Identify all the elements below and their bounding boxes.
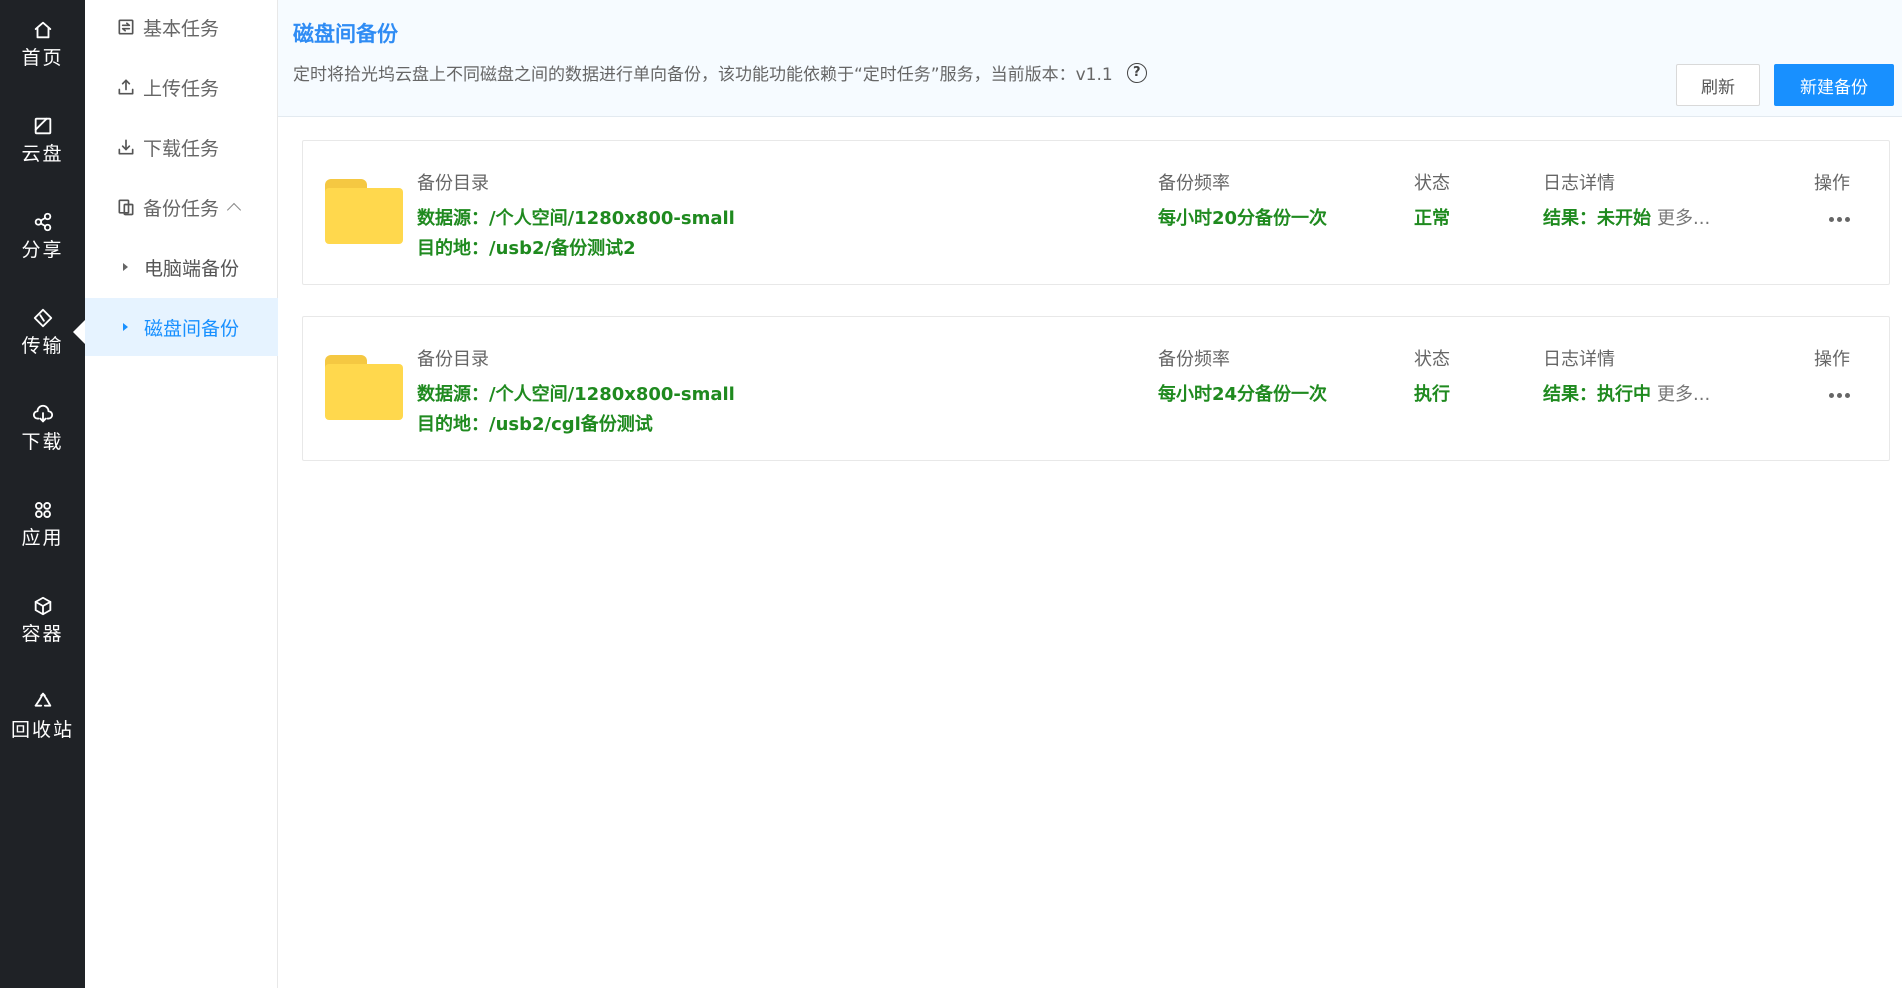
submenu-upload-label: 上传任务 — [143, 77, 220, 100]
task-frequency: 每小时24分备份一次 — [1158, 384, 1328, 405]
nav-item-home[interactable]: 首页 — [0, 8, 85, 78]
submenu-pc-backup[interactable]: 电脑端备份 — [85, 238, 278, 296]
nav-item-download[interactable]: 下载 — [0, 392, 85, 462]
task-status: 正常 — [1414, 208, 1450, 229]
task-log: 结果：执行中 更多... — [1543, 380, 1710, 406]
task-result: 结果：未开始 — [1543, 208, 1651, 229]
share-icon — [30, 209, 56, 235]
folder-icon — [325, 355, 403, 420]
nav-label-home: 首页 — [21, 47, 64, 69]
download-cloud-icon — [30, 401, 56, 427]
submenu-basic-label: 基本任务 — [143, 17, 220, 40]
nav-label-transfer: 传输 — [21, 335, 64, 357]
upload-icon — [115, 76, 137, 98]
task-source: 数据源：/个人空间/1280x800-small — [417, 208, 735, 229]
container-icon — [30, 593, 56, 619]
submenu-download-tasks[interactable]: 下载任务 — [85, 118, 278, 176]
col-head-ops: 操作 — [1814, 349, 1850, 370]
more-link[interactable]: 更多... — [1657, 208, 1710, 229]
folder-icon — [325, 179, 403, 244]
apps-icon — [30, 497, 56, 523]
more-actions-icon[interactable] — [1825, 389, 1854, 402]
nav-label-share: 分享 — [21, 239, 64, 261]
task-status: 执行 — [1414, 384, 1450, 405]
nav-item-share[interactable]: 分享 — [0, 200, 85, 270]
nav-item-container[interactable]: 容器 — [0, 584, 85, 654]
refresh-button[interactable]: 刷新 — [1676, 64, 1760, 106]
submenu-download-label: 下载任务 — [143, 137, 220, 160]
submenu-disk-backup[interactable]: 磁盘间备份 — [85, 298, 278, 356]
main-nav: 首页 云盘 分享 传输 下载 应用 容器 回收站 — [0, 0, 85, 988]
page-description: 定时将拾光坞云盘上不同磁盘之间的数据进行单向备份，该功能功能依赖于“定时任务”服… — [293, 60, 1147, 85]
swap-list-icon — [115, 16, 137, 38]
transfer-icon — [30, 305, 56, 331]
page-title: 磁盘间备份 — [293, 22, 398, 46]
cloud-disk-icon — [30, 113, 56, 139]
nav-active-pointer — [73, 320, 85, 344]
task-result: 结果：执行中 — [1543, 384, 1651, 405]
task-destination: 目的地：/usb2/备份测试2 — [417, 238, 636, 259]
chevron-up-icon — [226, 202, 242, 218]
page-header: 磁盘间备份 定时将拾光坞云盘上不同磁盘之间的数据进行单向备份，该功能功能依赖于“… — [278, 0, 1902, 117]
submenu-disk-backup-label: 磁盘间备份 — [144, 317, 240, 340]
recycle-icon — [30, 689, 56, 715]
nav-label-container: 容器 — [21, 623, 64, 645]
transfer-submenu: 基本任务 上传任务 下载任务 备份任务 电脑端备份 磁盘间备份 — [85, 0, 278, 988]
col-head-freq: 备份频率 — [1158, 349, 1230, 370]
home-icon — [30, 17, 56, 43]
backup-task-card: 备份目录 数据源：/个人空间/1280x800-small 目的地：/usb2/… — [302, 316, 1890, 461]
help-icon[interactable]: ? — [1126, 62, 1147, 83]
caret-right-icon — [123, 323, 128, 331]
submenu-backup-tasks[interactable]: 备份任务 — [85, 178, 278, 236]
page-description-text: 定时将拾光坞云盘上不同磁盘之间的数据进行单向备份，该功能功能依赖于“定时任务”服… — [293, 65, 1113, 85]
col-head-dir: 备份目录 — [417, 173, 489, 194]
nav-label-recycle: 回收站 — [10, 719, 74, 741]
col-head-freq: 备份频率 — [1158, 173, 1230, 194]
more-link[interactable]: 更多... — [1657, 384, 1710, 405]
submenu-backup-label: 备份任务 — [143, 197, 220, 220]
submenu-pc-backup-label: 电脑端备份 — [144, 257, 240, 280]
backup-task-card: 备份目录 数据源：/个人空间/1280x800-small 目的地：/usb2/… — [302, 140, 1890, 285]
download-icon — [115, 136, 137, 158]
col-head-status: 状态 — [1414, 349, 1450, 370]
new-backup-button[interactable]: 新建备份 — [1774, 64, 1894, 106]
col-head-dir: 备份目录 — [417, 349, 489, 370]
submenu-upload-tasks[interactable]: 上传任务 — [85, 58, 278, 116]
task-log: 结果：未开始 更多... — [1543, 204, 1710, 230]
nav-label-cloud: 云盘 — [21, 143, 64, 165]
task-frequency: 每小时20分备份一次 — [1158, 208, 1328, 229]
col-head-ops: 操作 — [1814, 173, 1850, 194]
col-head-log: 日志详情 — [1543, 173, 1615, 194]
backup-copy-icon — [115, 196, 137, 218]
more-actions-icon[interactable] — [1825, 213, 1854, 226]
nav-item-cloud[interactable]: 云盘 — [0, 104, 85, 174]
nav-label-download: 下载 — [21, 431, 64, 453]
nav-label-apps: 应用 — [21, 527, 64, 549]
task-source: 数据源：/个人空间/1280x800-small — [417, 384, 735, 405]
col-head-status: 状态 — [1414, 173, 1450, 194]
nav-item-recycle[interactable]: 回收站 — [0, 680, 85, 750]
caret-right-icon — [123, 263, 128, 271]
task-destination: 目的地：/usb2/cgl备份测试 — [417, 414, 653, 435]
submenu-basic-tasks[interactable]: 基本任务 — [85, 0, 278, 56]
col-head-log: 日志详情 — [1543, 349, 1615, 370]
nav-item-apps[interactable]: 应用 — [0, 488, 85, 558]
